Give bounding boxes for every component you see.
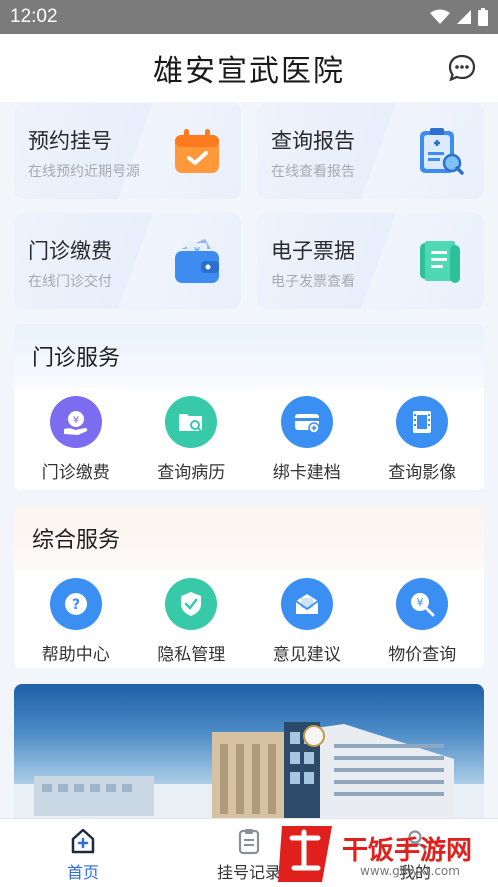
mail-feedback-icon — [280, 578, 333, 630]
watermark: 干饭手游网 www.gfhyxt.com — [272, 818, 498, 887]
clipboard-list-icon — [238, 829, 260, 855]
service-privacy[interactable]: 隐私管理 — [136, 578, 246, 665]
card-title: 查询报告 — [271, 129, 355, 153]
service-label: 物价查询 — [388, 645, 457, 665]
status-time: 12:02 — [10, 6, 58, 27]
svg-text:¥: ¥ — [73, 415, 79, 426]
service-outpatient-pay[interactable]: ¥ 门诊缴费 — [21, 396, 131, 483]
card-title: 预约挂号 — [28, 129, 112, 153]
service-label: 绑卡建档 — [272, 463, 341, 483]
card-subtitle: 在线查看报告 — [271, 164, 355, 180]
section-title: 综合服务 — [14, 506, 484, 570]
page-title: 雄安宣武医院 — [153, 54, 345, 89]
card-e-receipt[interactable]: 电子票据 电子发票查看 — [257, 213, 484, 309]
service-imaging[interactable]: 查询影像 — [367, 396, 477, 483]
service-label: 隐私管理 — [157, 645, 226, 665]
service-price-query[interactable]: ¥ 物价查询 — [367, 578, 477, 665]
shield-check-icon — [165, 578, 218, 630]
watermark-text: 干饭手游网 — [342, 836, 473, 866]
card-subtitle: 电子发票查看 — [271, 274, 355, 290]
card-outpatient-pay[interactable]: 门诊缴费 在线门诊交付 ¥ — [14, 213, 241, 309]
section-title: 门诊服务 — [14, 324, 484, 388]
service-label: 意见建议 — [272, 645, 341, 665]
outpatient-services-panel: 门诊服务 ¥ 门诊缴费 查询病历 绑卡建档 查询影像 — [14, 324, 484, 490]
nav-home[interactable]: 首页 — [0, 819, 166, 887]
service-bind-card[interactable]: 绑卡建档 — [252, 396, 362, 483]
card-add-icon — [280, 396, 333, 448]
general-services-panel: 综合服务 ? 帮助中心 隐私管理 意见建议 ¥ 物价查询 — [14, 506, 484, 668]
signal-icon — [457, 10, 471, 24]
app-header: 雄安宣武医院 — [0, 34, 498, 102]
service-medical-record[interactable]: 查询病历 — [136, 396, 246, 483]
card-title: 电子票据 — [271, 239, 355, 263]
service-label: 门诊缴费 — [41, 463, 110, 483]
card-subtitle: 在线预约近期号源 — [28, 164, 140, 180]
card-appointment[interactable]: 预约挂号 在线预约近期号源 — [14, 103, 241, 199]
price-search-icon: ¥ — [396, 578, 449, 630]
watermark-logo-icon — [278, 826, 332, 882]
service-help-center[interactable]: ? 帮助中心 — [21, 578, 131, 665]
hospital-banner-image[interactable] — [14, 684, 484, 824]
service-label: 查询病历 — [157, 463, 226, 483]
home-icon — [71, 828, 95, 854]
wallet-icon: ¥ — [175, 239, 219, 283]
yuan-hand-icon: ¥ — [49, 396, 102, 448]
service-feedback[interactable]: 意见建议 — [252, 578, 362, 665]
nav-label: 首页 — [66, 863, 99, 882]
wifi-icon — [430, 9, 450, 24]
hospital-building-illustration — [14, 722, 484, 824]
watermark-url: www.gfhyxt.com — [360, 864, 460, 878]
card-subtitle: 在线门诊交付 — [28, 274, 112, 290]
message-icon[interactable] — [448, 54, 476, 82]
scroll-receipt-icon — [420, 241, 460, 283]
report-clipboard-icon — [420, 128, 464, 175]
help-question-icon: ? — [49, 578, 102, 630]
card-report[interactable]: 查询报告 在线查看报告 — [257, 103, 484, 199]
status-icons — [430, 8, 488, 26]
calendar-icon — [175, 129, 219, 173]
service-label: 帮助中心 — [41, 645, 110, 665]
status-bar: 12:02 — [0, 0, 498, 34]
folder-search-icon — [165, 396, 218, 448]
svg-text:?: ? — [72, 597, 80, 613]
battery-icon — [478, 8, 488, 26]
svg-text:¥: ¥ — [417, 596, 424, 609]
film-icon — [396, 396, 449, 448]
card-title: 门诊缴费 — [28, 239, 112, 263]
service-label: 查询影像 — [388, 463, 457, 483]
